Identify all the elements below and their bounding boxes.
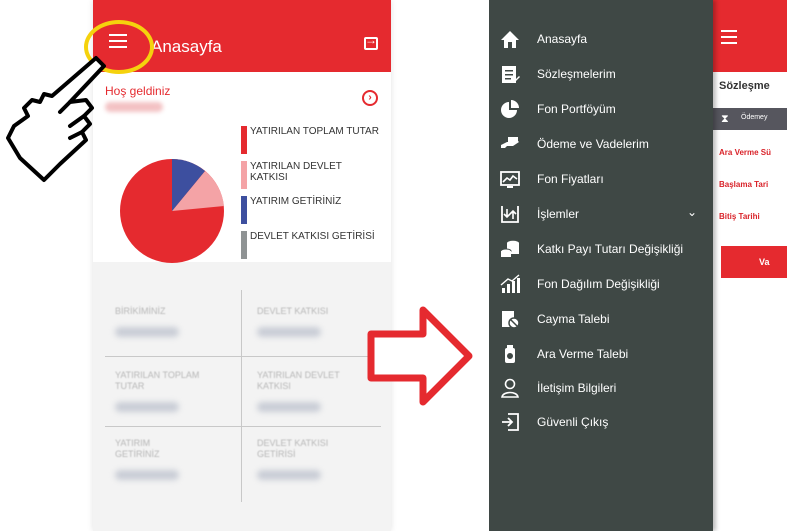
legend-item-state-return: DEVLET KATKISI GETİRİSİ — [241, 231, 381, 259]
hamburger-menu-icon[interactable] — [721, 30, 737, 48]
contact-icon — [501, 378, 519, 398]
contract-page-behind: Sözleşme ⧗ Ödemey Ara Verme Sü Başlama T… — [713, 0, 787, 531]
app-header — [713, 0, 787, 72]
menu-item-fon-fiyatlari[interactable]: Fon Fiyatları — [489, 164, 713, 194]
grid-divider — [105, 356, 381, 357]
home-icon — [501, 31, 519, 48]
summary-cell: DEVLET KATKISI GETİRİSİ — [257, 438, 357, 480]
right-arrow-icon — [367, 306, 473, 406]
legend-item-investment-return: YATIRIM GETİRİNİZ — [241, 196, 381, 224]
side-menu: Anasayfa Sözleşmelerim Fon Portföyüm Öde… — [489, 0, 713, 531]
action-button[interactable]: Va — [721, 246, 787, 278]
tutorial-composite: Anasayfa Hoş geldiniz › YATIRILAN TOPLAM… — [0, 0, 787, 531]
menu-item-sozlesmelerim[interactable]: Sözleşmelerim — [489, 59, 713, 89]
summary-cell: YATIRIM GETİRİNİZ — [115, 438, 185, 480]
portfolio-pie-chart — [120, 159, 224, 263]
home-screen: Anasayfa Hoş geldiniz › YATIRILAN TOPLAM… — [93, 0, 391, 531]
menu-item-iletisim[interactable]: İletişim Bilgileri — [489, 373, 713, 403]
line-chart-icon — [500, 171, 520, 188]
coins-icon — [500, 240, 519, 257]
chart-legend: YATIRILAN TOPLAM TUTAR YATIRILAN DEVLET … — [241, 126, 381, 266]
cancel-request-icon — [502, 311, 520, 329]
bar-chart-icon — [500, 274, 520, 293]
logout-icon[interactable] — [364, 33, 378, 50]
tab-payment[interactable]: ⧗ Ödemey — [713, 108, 787, 130]
grid-divider — [105, 426, 381, 427]
summary-cell: YATIRILAN DEVLET KATKISI — [257, 370, 357, 412]
menu-item-odeme-ve-vadelerim[interactable]: Ödeme ve Vadelerim — [489, 129, 713, 159]
detail-row-label: Ara Verme Sü — [719, 148, 772, 157]
legend-item-invested-total: YATIRILAN TOPLAM TUTAR — [241, 126, 381, 154]
menu-item-guvenli-cikis[interactable]: Güvenli Çıkış — [489, 407, 713, 437]
menu-item-anasayfa[interactable]: Anasayfa — [489, 24, 713, 54]
menu-item-islemler[interactable]: İşlemler ⌄ — [489, 199, 713, 229]
menu-item-fon-portfoyum[interactable]: Fon Portföyüm — [489, 94, 713, 124]
pointing-hand-icon — [6, 56, 106, 182]
logout-icon — [502, 413, 519, 431]
summary-cell: BİRİKİMİNİZ — [115, 306, 255, 337]
chevron-right-icon[interactable]: › — [362, 90, 378, 106]
menu-item-ara-verme[interactable]: Ara Verme Talebi — [489, 339, 713, 369]
menu-item-fon-dagilim[interactable]: Fon Dağılım Değişikliği — [489, 269, 713, 299]
pause-request-icon — [505, 345, 515, 363]
payment-icon — [501, 137, 519, 148]
hourglass-icon: ⧗ — [721, 113, 729, 125]
summary-grid: BİRİKİMİNİZ DEVLET KATKISI YATIRILAN TOP… — [93, 266, 391, 531]
menu-screen: Sözleşme ⧗ Ödemey Ara Verme Sü Başlama T… — [489, 0, 787, 531]
menu-item-cayma-talebi[interactable]: Cayma Talebi — [489, 304, 713, 334]
detail-row-label: Başlama Tari — [719, 180, 769, 189]
menu-item-katki-payi[interactable]: Katkı Payı Tutarı Değişikliği — [489, 234, 713, 264]
page-title: Sözleşme — [719, 80, 770, 92]
legend-item-state-contribution: YATIRILAN DEVLET KATKISI — [241, 161, 381, 189]
chevron-down-icon[interactable]: ⌄ — [687, 205, 697, 219]
detail-row-label: Bitiş Tarihi — [719, 212, 760, 221]
transactions-icon — [501, 206, 519, 223]
summary-cell: YATIRILAN TOPLAM TUTAR — [115, 370, 205, 412]
pie-chart-icon — [501, 100, 519, 118]
contracts-icon — [502, 66, 520, 83]
page-title: Anasayfa — [151, 37, 222, 56]
welcome-card: Hoş geldiniz › YATIRILAN TOPLAM TUTAR YA… — [93, 72, 391, 263]
